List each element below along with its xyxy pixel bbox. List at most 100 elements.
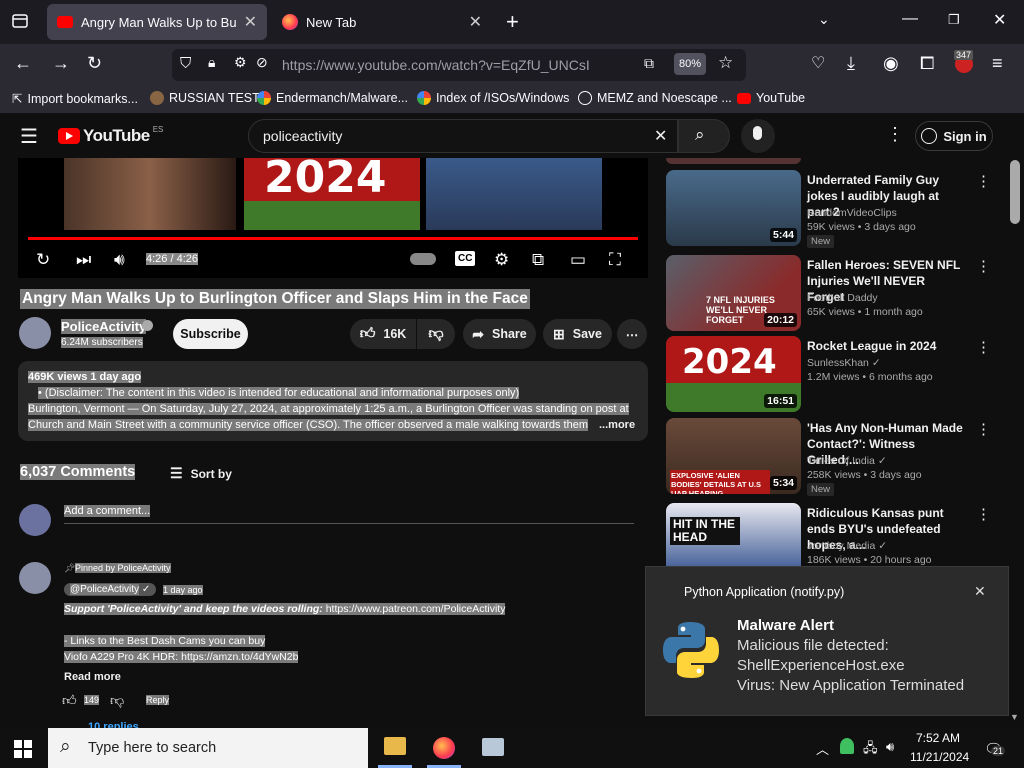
dislike-button[interactable]: 👎︎	[417, 319, 455, 349]
settings-gear-icon[interactable]: ⚙	[494, 250, 509, 270]
next-icon[interactable]: ⏭︎	[76, 250, 91, 270]
sort-by-button[interactable]: ☰ Sort by	[170, 465, 232, 482]
url-bar[interactable]: ⛉ 🔒︎ ⚙ ⊘ https://www.youtube.com/watch?v…	[172, 49, 746, 81]
fullscreen-icon[interactable]: ⛶	[609, 250, 621, 270]
reply-button[interactable]: Reply	[146, 695, 170, 705]
scrollbar-thumb[interactable]	[1010, 160, 1020, 224]
tab-list-icon[interactable]	[12, 13, 28, 32]
sign-in-button[interactable]: Sign in	[915, 121, 993, 151]
sidebar-title[interactable]: Rocket League in 2024	[807, 338, 965, 354]
show-more-link[interactable]: ...more	[597, 419, 638, 431]
sidebar-channel[interactable]: Football Daddy	[807, 292, 878, 304]
toast-notification[interactable]: Python Application (notify.py) ✕ Malware…	[645, 566, 1009, 716]
windows-start-icon[interactable]	[14, 740, 32, 758]
file-explorer-icon[interactable]	[384, 737, 406, 755]
end-screen-thumbnail[interactable]	[426, 158, 602, 230]
forward-icon[interactable]: →	[52, 53, 70, 74]
sidebar-channel[interactable]: RandomVideoClips	[807, 207, 897, 219]
more-vertical-icon[interactable]: ⋮	[976, 505, 991, 523]
end-screen-thumbnail[interactable]: 2024	[244, 158, 420, 230]
autoplay-blocked-icon[interactable]: ⊘	[256, 54, 268, 71]
add-comment-input[interactable]: Add a comment...	[64, 505, 634, 524]
picture-in-picture-icon[interactable]: ⧉	[644, 55, 654, 72]
downloads-icon[interactable]: ⤓	[847, 53, 855, 74]
share-button[interactable]: ➦ Share	[463, 319, 536, 349]
replay-icon[interactable]: ↻	[36, 250, 50, 270]
progress-bar[interactable]	[28, 237, 638, 240]
security-tray-icon[interactable]	[840, 738, 854, 754]
like-button[interactable]: 👍︎ 16K	[350, 319, 416, 349]
network-icon[interactable]: 🖧︎	[863, 739, 878, 761]
more-vertical-icon[interactable]: ⋮	[976, 338, 991, 356]
hamburger-menu-icon[interactable]: ☰	[20, 124, 38, 149]
theater-mode-icon[interactable]: ▭	[570, 250, 586, 270]
sidebar-thumbnail[interactable]: 2024 16:51	[666, 336, 801, 412]
subscribe-button[interactable]: Subscribe	[173, 319, 248, 349]
search-button[interactable]: ⌕	[678, 119, 730, 153]
end-screen-thumbnail[interactable]	[64, 158, 236, 230]
close-tab-icon[interactable]: ✕	[244, 12, 257, 32]
commenter-avatar[interactable]	[19, 562, 51, 594]
account-icon[interactable]: ◉	[883, 53, 899, 74]
comment-dislike-icon[interactable]: 👎︎	[110, 692, 124, 709]
sidebar-thumbnail-partial[interactable]	[666, 158, 801, 164]
volume-tray-icon[interactable]: 🔊︎	[886, 739, 894, 755]
more-vertical-icon[interactable]: ⋮	[976, 420, 991, 438]
comment-like-icon[interactable]: 👍︎	[62, 692, 77, 709]
bookmark-import[interactable]: ⇱ Import bookmarks...	[12, 91, 138, 107]
lock-icon[interactable]: 🔒︎	[208, 54, 215, 71]
taskbar-search-box[interactable]: ⌕ Type here to search	[48, 728, 368, 768]
sidebar-thumbnail[interactable]: EXPLOSIVE 'ALIEN BODIES' DETAILS AT U.S …	[666, 418, 801, 494]
close-window-icon[interactable]: ✕	[993, 10, 1006, 30]
more-vertical-icon[interactable]: ⋮	[976, 257, 991, 275]
more-vertical-icon[interactable]: ⋮	[976, 172, 991, 190]
sidebar-thumbnail[interactable]: 7 NFL INJURIES WE'LL NEVER FORGET 20:12	[666, 255, 801, 331]
save-button[interactable]: ⊞ Save	[543, 319, 612, 349]
extensions-icon[interactable]: ⧠	[920, 53, 934, 74]
youtube-logo[interactable]: YouTube ES	[58, 125, 163, 146]
shield-icon[interactable]: ⛉	[180, 55, 191, 72]
video-player[interactable]: 2024	[18, 158, 648, 278]
reload-icon[interactable]: ↻	[87, 53, 102, 74]
sidebar-channel[interactable]: Jomboy Media ✓	[807, 540, 887, 552]
bookmark-youtube[interactable]: YouTube	[737, 91, 805, 105]
clock-time[interactable]: 7:52 AM	[916, 731, 960, 745]
bookmark-russian-test[interactable]: RUSSIAN TEST	[150, 91, 260, 105]
close-tab-icon[interactable]: ✕	[469, 12, 482, 32]
more-actions-button[interactable]: ⋯	[617, 319, 647, 349]
menu-icon[interactable]: ≡	[992, 53, 1003, 74]
clock-date[interactable]: 11/21/2024	[910, 750, 969, 764]
sidebar-channel[interactable]: SunlessKhan ✓	[807, 357, 881, 369]
bookmark-isos[interactable]: Index of /ISOs/Windows	[417, 91, 569, 105]
control-panel-icon[interactable]	[482, 738, 504, 756]
show-hidden-icons[interactable]: ︿	[816, 739, 829, 758]
clear-search-icon[interactable]: ✕	[654, 126, 667, 146]
channel-name[interactable]: PoliceActivity	[61, 319, 147, 334]
back-icon[interactable]: ←	[14, 53, 32, 74]
zoom-level[interactable]: 80%	[674, 53, 707, 75]
list-all-tabs-icon[interactable]: ⌄	[818, 11, 830, 28]
tab-new-tab[interactable]: New Tab ✕	[272, 4, 492, 40]
description-box[interactable]: 469K views 1 day ago • (Disclaimer: The …	[18, 361, 648, 441]
tab-youtube-video[interactable]: Angry Man Walks Up to Burling ✕	[47, 4, 267, 40]
permissions-icon[interactable]: ⚙	[234, 54, 247, 71]
channel-avatar[interactable]	[19, 317, 51, 349]
scroll-down-icon[interactable]: ▼	[1010, 712, 1019, 722]
comment-author[interactable]: @PoliceActivity ✓	[64, 583, 157, 596]
volume-icon[interactable]: 🔊︎	[114, 250, 125, 270]
read-more-link[interactable]: Read more	[64, 671, 121, 683]
voice-search-button[interactable]	[741, 119, 775, 153]
settings-kebab-icon[interactable]: ⋮	[886, 124, 904, 145]
pocket-icon[interactable]: ♡	[811, 53, 825, 73]
sidebar-channel[interactable]: Times Of India ✓	[807, 455, 887, 467]
autoplay-toggle[interactable]	[410, 253, 436, 265]
minimize-icon[interactable]: —	[902, 10, 918, 28]
close-notification-icon[interactable]: ✕	[974, 583, 986, 600]
captions-icon[interactable]: CC	[455, 251, 476, 266]
new-tab-icon[interactable]: +	[506, 9, 519, 35]
bookmark-endermanch[interactable]: Endermanch/Malware...	[257, 91, 408, 105]
restore-icon[interactable]: ❐	[948, 12, 960, 28]
firefox-icon[interactable]	[433, 737, 455, 759]
bookmark-memz[interactable]: MEMZ and Noescape ...	[578, 91, 732, 105]
sidebar-thumbnail[interactable]: 5:44	[666, 170, 801, 246]
